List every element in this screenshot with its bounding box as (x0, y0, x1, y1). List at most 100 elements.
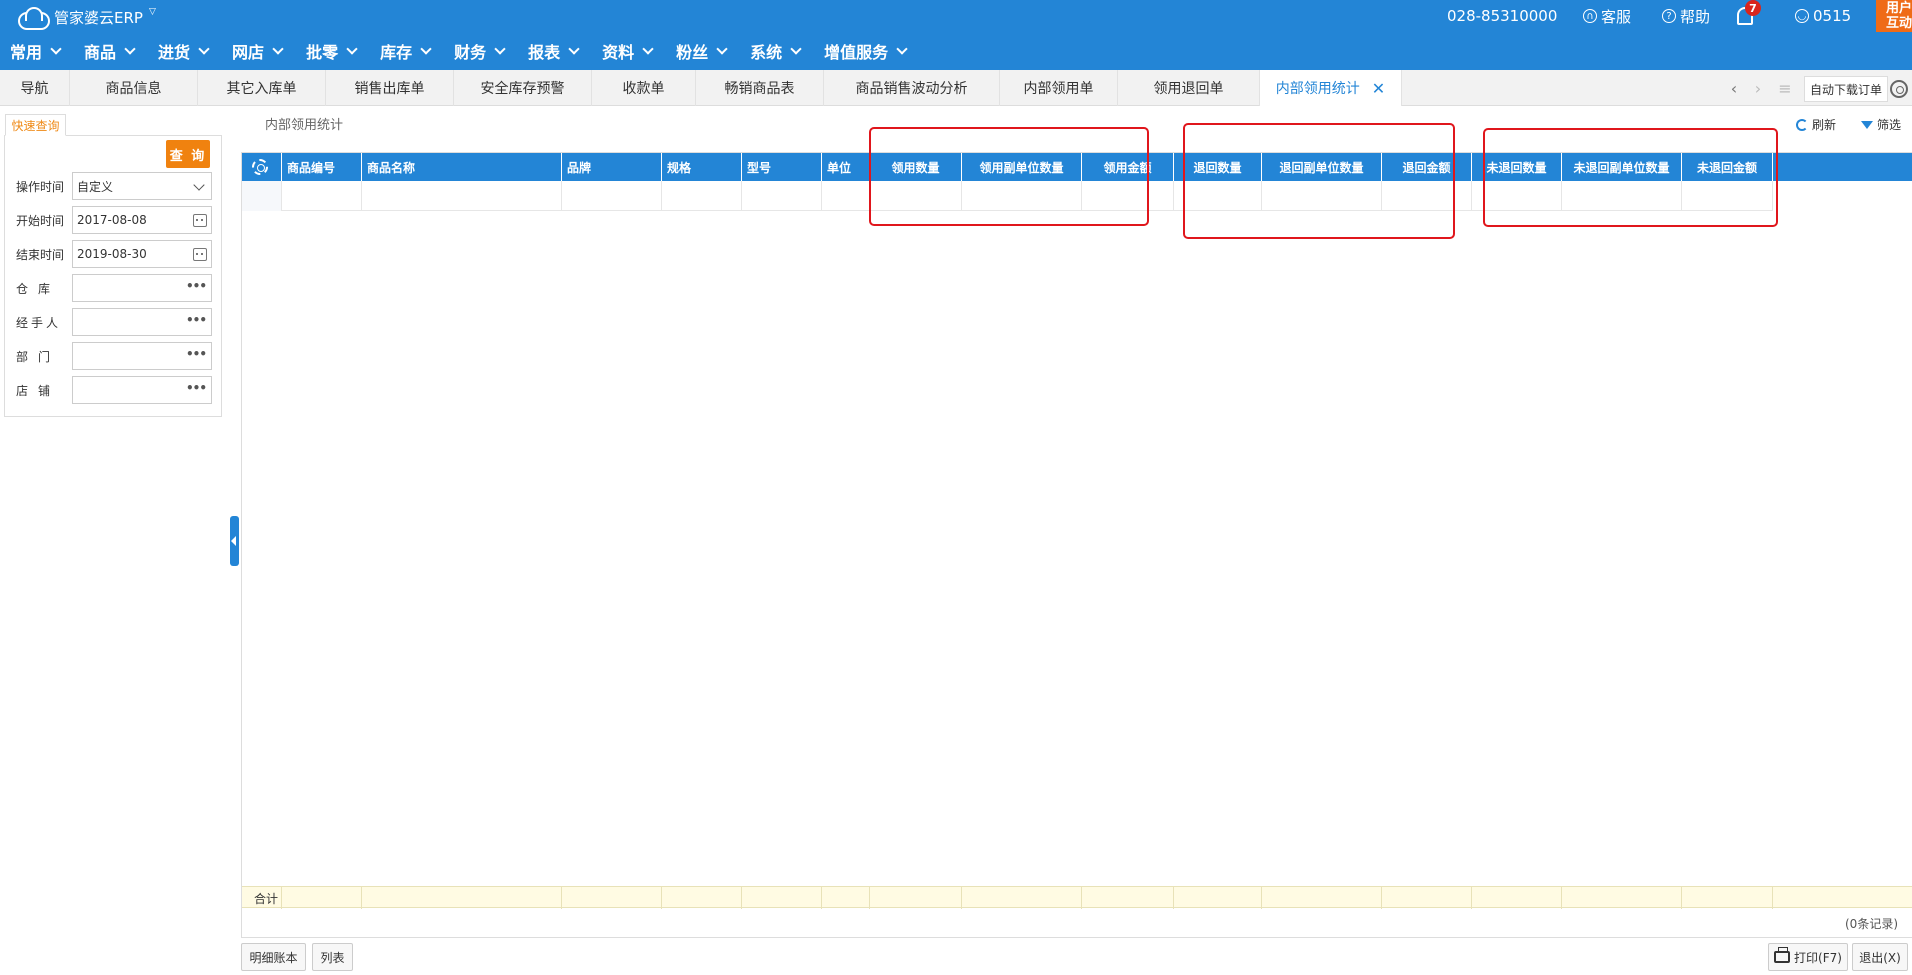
close-icon[interactable]: ✕ (1372, 79, 1385, 98)
chevron-down-icon (272, 43, 284, 55)
tab-internal-requisition[interactable]: 内部领用单 (1000, 70, 1118, 106)
field-label: 结束时间 (16, 247, 65, 262)
handler-input[interactable]: ••• (72, 308, 212, 336)
chevron-left-icon[interactable]: ‹ (1722, 70, 1746, 106)
nav-menu-system[interactable]: 系统 (750, 38, 802, 64)
nav-menu-fans[interactable]: 粉丝 (676, 38, 728, 64)
table-cell[interactable] (282, 181, 362, 211)
tab-goods-info[interactable]: 商品信息 (70, 70, 198, 106)
input-value: 2019-08-30 (77, 247, 147, 261)
tab-bar: 导航 商品信息 其它入库单 销售出库单 安全库存预警 收款单 畅销商品表 商品销… (0, 70, 1912, 106)
field-department: 部门 ••• (16, 342, 212, 370)
summary-cell (662, 887, 742, 909)
column-settings-button[interactable] (242, 153, 282, 181)
chevron-down-icon (50, 43, 62, 55)
table-cell[interactable] (362, 181, 562, 211)
tab-requisition-return[interactable]: 领用退回单 (1118, 70, 1260, 106)
nav-menu-finance[interactable]: 财务 (454, 38, 506, 64)
customer-service-link[interactable]: ∩ 客服 (1583, 5, 1631, 27)
main-nav: 常用 商品 进货 网店 批零 库存 财务 报表 资料 粉丝 系统 增值服务 (0, 38, 920, 64)
field-label: 店铺 (16, 383, 61, 398)
field-label: 部门 (16, 349, 61, 364)
nav-menu-eshop[interactable]: 网店 (232, 38, 284, 64)
column-header[interactable]: 规格 (662, 153, 742, 181)
refresh-button[interactable]: 刷新 (1796, 116, 1836, 133)
highlight-box-unreturned (1483, 128, 1778, 227)
table-cell[interactable] (662, 181, 742, 211)
table-cell[interactable] (822, 181, 870, 211)
summary-row: 合计 (242, 886, 1912, 909)
table-cell[interactable] (562, 181, 662, 211)
shop-input[interactable]: ••• (72, 376, 212, 404)
chevron-down-icon[interactable]: ▽ (149, 7, 156, 17)
column-header[interactable]: 单位 (822, 153, 870, 181)
start-date-input[interactable]: 2017-08-08 (72, 206, 212, 234)
tab-bestseller[interactable]: 畅销商品表 (696, 70, 824, 106)
field-label: 操作时间 (16, 179, 65, 194)
summary-cell (962, 887, 1082, 909)
query-button[interactable]: 查 询 (166, 140, 210, 168)
table-cell[interactable] (742, 181, 822, 211)
tab-sales-fluctuation[interactable]: 商品销售波动分析 (824, 70, 1000, 106)
help-link[interactable]: ? 帮助 (1662, 5, 1710, 27)
nav-menu-common[interactable]: 常用 (10, 38, 62, 64)
end-date-input[interactable]: 2019-08-30 (72, 240, 212, 268)
question-icon: ? (1662, 9, 1676, 23)
column-header[interactable]: 品牌 (562, 153, 662, 181)
chevron-down-icon (124, 43, 136, 55)
detail-ledger-button[interactable]: 明细账本 (241, 943, 306, 971)
department-input[interactable]: ••• (72, 342, 212, 370)
tab-internal-requisition-stats[interactable]: 内部领用统计 ✕ (1260, 70, 1402, 106)
tab-other-inbound[interactable]: 其它入库单 (198, 70, 326, 106)
summary-cell (1682, 887, 1773, 909)
notification-count-badge: 7 (1745, 0, 1761, 16)
column-header[interactable]: 商品编号 (282, 153, 362, 181)
chevron-down-icon (193, 179, 205, 191)
more-icon[interactable]: ••• (186, 381, 207, 395)
nav-menu-goods[interactable]: 商品 (84, 38, 136, 64)
app-logo-text: 管家婆云ERP (54, 8, 143, 27)
nav-menu-data[interactable]: 资料 (602, 38, 654, 64)
chevron-down-icon (420, 43, 432, 55)
more-icon[interactable]: ••• (186, 279, 207, 293)
user-menu[interactable]: ◡ 0515 (1795, 5, 1851, 27)
operation-time-select[interactable]: 自定义 (72, 172, 212, 200)
filter-button[interactable]: 筛选 (1861, 116, 1901, 133)
user-interaction-promo[interactable]: 用户互动 (1876, 0, 1912, 32)
list-button[interactable]: 列表 (312, 943, 353, 971)
column-header[interactable]: 型号 (742, 153, 822, 181)
chevron-right-icon[interactable]: › (1746, 70, 1770, 106)
auto-download-orders-button[interactable]: 自动下载订单 (1804, 76, 1888, 102)
nav-menu-purchase[interactable]: 进货 (158, 38, 210, 64)
warehouse-input[interactable]: ••• (72, 274, 212, 302)
nav-menu-inventory[interactable]: 库存 (380, 38, 432, 64)
chevron-down-icon (790, 43, 802, 55)
app-logo[interactable]: 管家婆云ERP ▽ (16, 5, 156, 30)
column-header[interactable]: 商品名称 (362, 153, 562, 181)
print-button[interactable]: 打印(F7) (1768, 943, 1848, 971)
tab-receipt[interactable]: 收款单 (592, 70, 696, 106)
summary-cell (870, 887, 962, 909)
collapse-panel-handle[interactable] (230, 516, 239, 566)
calendar-icon[interactable] (193, 214, 207, 227)
nav-menu-value-added[interactable]: 增值服务 (824, 38, 908, 64)
table-cell (242, 181, 282, 211)
field-warehouse: 仓库 ••• (16, 274, 212, 302)
exit-button[interactable]: 退出(X) (1852, 943, 1908, 971)
tab-navigation[interactable]: 导航 (0, 70, 70, 106)
filter-label: 筛选 (1877, 118, 1902, 132)
calendar-icon[interactable] (193, 248, 207, 261)
tab-list-icon[interactable]: ≡ (1772, 70, 1798, 106)
gear-icon[interactable] (1890, 80, 1908, 98)
nav-menu-wholesale[interactable]: 批零 (306, 38, 358, 64)
highlight-box-requisition (869, 127, 1149, 226)
chevron-down-icon (198, 43, 210, 55)
more-icon[interactable]: ••• (186, 313, 207, 327)
tab-sales-outbound[interactable]: 销售出库单 (326, 70, 454, 106)
nav-menu-reports[interactable]: 报表 (528, 38, 580, 64)
select-value: 自定义 (77, 179, 114, 194)
printer-icon (1774, 947, 1791, 963)
more-icon[interactable]: ••• (186, 347, 207, 361)
quick-query-tab[interactable]: 快速查询 (5, 114, 66, 136)
tab-safety-stock[interactable]: 安全库存预警 (454, 70, 592, 106)
